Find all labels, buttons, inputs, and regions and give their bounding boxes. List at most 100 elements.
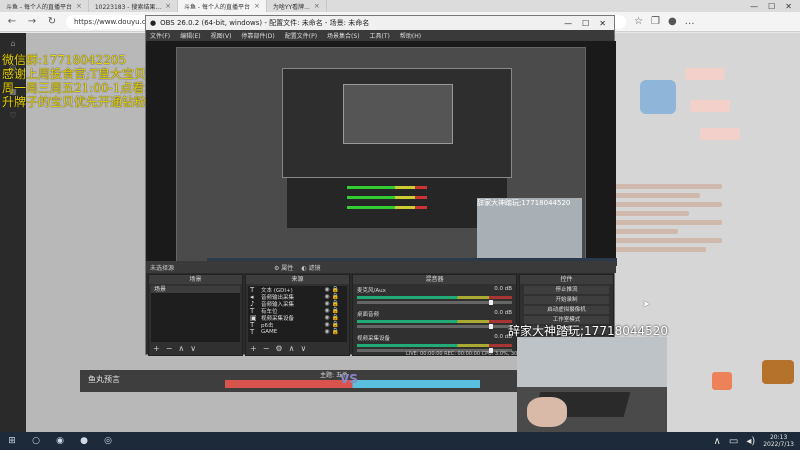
gear-icon[interactable]: ⚙ <box>275 344 282 353</box>
move-down-icon[interactable]: ∨ <box>190 344 196 353</box>
favorite-icon[interactable]: ☆ <box>634 16 643 27</box>
scenes-list: 场景 <box>151 286 240 342</box>
menu-scene-collection[interactable]: 场景集合(S) <box>327 31 360 40</box>
webcam-label: 辞家大神踏玩;17718044520 <box>508 324 669 338</box>
volume-slider[interactable] <box>357 324 512 329</box>
browser-tab-3[interactable]: 斗鱼 - 每个人的直播平台 × <box>177 0 267 12</box>
promo-button[interactable] <box>690 100 730 112</box>
menu-file[interactable]: 文件(F) <box>150 31 170 40</box>
close-window-icon[interactable]: ✕ <box>785 2 792 11</box>
mixer-dock: 混音器 麦克风/Aux 0.0 dB 桌面音频 0.0 dB 视频采集设备 0.0 d… <box>352 274 517 356</box>
collections-icon[interactable]: ❐ <box>651 16 660 27</box>
minimize-icon[interactable]: — <box>750 2 758 11</box>
move-up-icon[interactable]: ∧ <box>289 344 295 353</box>
maximize-icon[interactable]: ☐ <box>768 2 775 11</box>
eye-icon[interactable]: ◉ 🔒 <box>324 293 347 300</box>
windows-start-icon[interactable]: ⊞ <box>0 432 24 450</box>
vs-label: VS <box>340 372 358 386</box>
start-recording-button[interactable]: 开始录制 <box>524 296 609 304</box>
move-down-icon[interactable]: ∨ <box>300 344 306 353</box>
promo-button-2[interactable] <box>700 128 740 140</box>
close-icon[interactable]: × <box>254 2 260 10</box>
forward-icon[interactable]: → <box>26 16 38 27</box>
slider-knob[interactable] <box>488 324 493 329</box>
text-icon: T <box>250 327 255 336</box>
minimize-icon[interactable]: — <box>564 19 572 28</box>
chat-send-button[interactable] <box>712 372 732 390</box>
menu-help[interactable]: 帮助(H) <box>400 31 421 40</box>
remove-icon[interactable]: − <box>263 344 270 353</box>
source-item[interactable]: T GAME ◉ 🔒 <box>248 327 347 336</box>
mixer-channel: 桌面音频 0.0 dB <box>353 308 516 332</box>
pc-client-button[interactable] <box>685 68 725 80</box>
browser-tab-4[interactable]: 为啥YY看牌... × <box>267 0 327 12</box>
source-label: GAME <box>261 328 278 335</box>
menu-edit[interactable]: 编辑(E) <box>180 31 200 40</box>
sources-dock: 来源 T 文本 (GDI+) ◉ 🔒 ◂ 音频输出采集 ◉ 🔒 ♪ 音频输入采集 ◉ 🔒 T… <box>245 274 350 356</box>
menu-tools[interactable]: 工具(T) <box>370 31 390 40</box>
obs-menubar: 文件(F) 编辑(E) 视图(V) 停靠部件(D) 配置文件(P) 场景集合(S… <box>146 30 614 41</box>
mouse-cursor-icon: ➤ <box>642 299 651 310</box>
eye-icon[interactable]: ◉ 🔒 <box>324 314 347 321</box>
douyu-mascot-icon <box>640 80 676 114</box>
volume-slider[interactable] <box>357 300 512 305</box>
controls-title: 控件 <box>520 275 613 284</box>
scenes-dock: 场景 场景 + − ∧ ∨ <box>148 274 243 356</box>
add-icon[interactable]: + <box>153 344 160 353</box>
channel-name: 视频采集设备 <box>357 336 391 342</box>
browser-tab-1[interactable]: 斗鱼 - 每个人的直播平台 × <box>0 0 89 12</box>
channel-name: 麦克风/Aux <box>357 288 386 294</box>
remove-icon[interactable]: − <box>166 344 173 353</box>
scene-item[interactable]: 场景 <box>151 286 240 293</box>
channel-db: 0.0 dB <box>494 286 512 292</box>
source-item[interactable]: Tp6击 ◉ 🔒 <box>248 321 347 329</box>
maximize-icon[interactable]: ☐ <box>582 19 589 28</box>
menu-docks[interactable]: 停靠部件(D) <box>241 31 274 40</box>
browser-tab-bar: 斗鱼 - 每个人的直播平台 × 10223183 - 搜索结果... × 斗鱼 - … <box>0 0 800 12</box>
small-webcam-view: 辞家大神踏玩;17718044520 <box>477 198 582 263</box>
profile-icon[interactable]: ● <box>668 16 677 27</box>
mixer-title: 混音器 <box>353 275 516 284</box>
back-icon[interactable]: ← <box>6 16 18 27</box>
stop-streaming-button[interactable]: 停止推流 <box>524 286 609 294</box>
eye-icon[interactable]: ◉ 🔒 <box>324 300 347 307</box>
eye-icon[interactable]: ◉ 🔒 <box>324 328 347 335</box>
edge-icon[interactable]: ◉ <box>48 432 72 450</box>
date-label: 2022/7/13 <box>763 441 794 448</box>
menu-view[interactable]: 视图(V) <box>211 31 232 40</box>
steam-icon[interactable]: ◎ <box>96 432 120 450</box>
mixer-channel: 麦克风/Aux 0.0 dB <box>353 284 516 308</box>
obs-preview[interactable]: 辞家大神踏玩;17718044520 <box>146 41 617 271</box>
refresh-icon[interactable]: ↻ <box>46 16 58 27</box>
close-icon[interactable]: × <box>76 2 82 10</box>
network-icon[interactable]: ▭ <box>729 436 738 447</box>
filters-button[interactable]: ◐ 滤镜 <box>301 263 320 272</box>
tab-label: 斗鱼 - 每个人的直播平台 <box>6 3 72 11</box>
virtual-camera-button[interactable]: 启动虚拟摄像机 <box>524 306 609 314</box>
chat-area <box>612 180 722 256</box>
properties-button[interactable]: ⚙ 属性 <box>274 263 293 272</box>
more-icon[interactable]: … <box>685 16 695 27</box>
volume-icon[interactable]: ◂) <box>746 436 755 447</box>
chevron-up-icon[interactable]: ∧ <box>714 436 721 447</box>
obs-window: ● OBS 26.0.2 (64-bit, windows) - 配置文件: 未… <box>145 15 617 357</box>
browser-tab-2[interactable]: 10223183 - 搜索结果... × <box>89 0 178 12</box>
close-icon[interactable]: × <box>314 2 320 10</box>
add-icon[interactable]: + <box>250 344 257 353</box>
move-up-icon[interactable]: ∧ <box>178 344 184 353</box>
windows-taskbar: ⊞ ○ ◉ ● ◎ ∧ ▭ ◂) 20:13 2022/7/13 <box>0 432 800 450</box>
scenes-footer: + − ∧ ∨ <box>149 344 242 353</box>
eye-icon[interactable]: ◉ 🔒 <box>324 321 347 328</box>
obs-taskbar-icon[interactable]: ● <box>72 432 96 450</box>
clock[interactable]: 20:13 2022/7/13 <box>763 434 794 448</box>
search-icon[interactable]: ○ <box>24 432 48 450</box>
close-icon[interactable]: × <box>165 2 171 10</box>
eye-icon[interactable]: ◉ 🔒 <box>324 307 347 314</box>
menu-profile[interactable]: 配置文件(P) <box>285 31 317 40</box>
close-icon[interactable]: ✕ <box>599 19 606 28</box>
obs-status-bar: LIVE: 00:00:00 REC: 00:00:00 CPU: 3.0%, … <box>406 351 535 357</box>
eye-icon[interactable]: ◉ 🔒 <box>324 286 347 293</box>
slider-knob[interactable] <box>488 300 493 305</box>
scenes-title: 场景 <box>149 275 242 284</box>
webcam-view <box>517 337 667 432</box>
